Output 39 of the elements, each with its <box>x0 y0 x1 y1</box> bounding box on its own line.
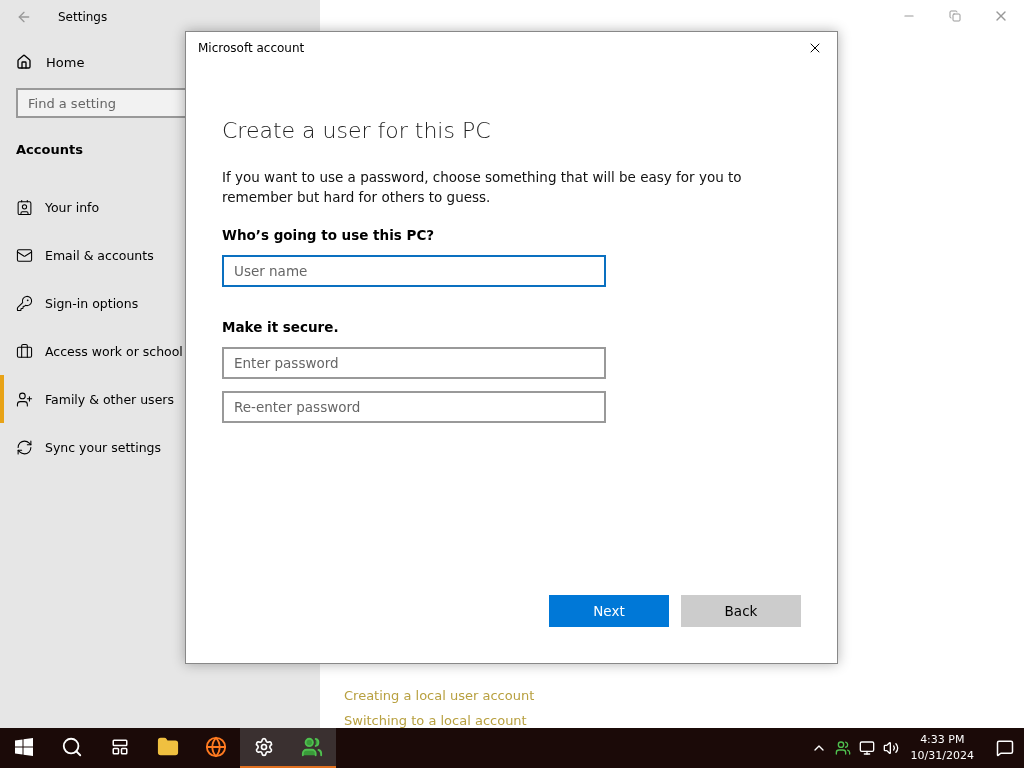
person-add-icon <box>16 390 33 408</box>
section-title: Accounts <box>16 142 84 157</box>
field-label: Who’s going to use this PC? <box>222 227 436 243</box>
input-field[interactable]: User name <box>222 255 606 287</box>
sidebar-label: Access work or school <box>45 343 183 359</box>
input-field[interactable]: Re-enter password <box>222 391 606 423</box>
next-button[interactable]: Next <box>549 595 669 627</box>
notification-icon[interactable] <box>996 739 1014 757</box>
sidebar-label: Sign-in options <box>45 295 139 311</box>
search-icon[interactable] <box>61 736 83 758</box>
gear-icon[interactable] <box>254 737 274 757</box>
sidebar-label: Sync your settings <box>45 439 162 455</box>
input-field[interactable]: Enter password <box>222 347 606 379</box>
window-title: Settings <box>58 10 108 24</box>
dialog-heading: Create a user for this PC <box>222 118 492 143</box>
clock[interactable]: 4:33 PM 10/31/2024 <box>910 732 974 764</box>
windows-logo-icon[interactable] <box>15 738 33 756</box>
field-label: Make it secure. <box>222 319 340 335</box>
home-link[interactable]: Home <box>46 54 85 70</box>
volume-icon[interactable] <box>882 740 899 756</box>
mail-icon <box>16 246 33 264</box>
sidebar-label: Email & accounts <box>45 247 154 263</box>
folder-icon[interactable] <box>157 736 179 758</box>
sidebar-label: Family & other users <box>45 391 174 407</box>
key-icon <box>16 294 33 312</box>
sync-icon <box>16 438 33 456</box>
description: If you want to use a password, choose something that will be easy for you to remember but hard for others to guess. <box>222 168 743 207</box>
home-icon[interactable] <box>16 54 32 70</box>
sidebar-item[interactable]: Sync your settings <box>0 423 320 471</box>
sidebar-label: Your info <box>45 199 100 215</box>
network-icon[interactable] <box>858 740 875 756</box>
back-button[interactable]: Back <box>681 595 801 627</box>
people-icon[interactable] <box>834 740 851 756</box>
globe-icon[interactable] <box>205 736 227 758</box>
task-view-icon[interactable] <box>111 738 129 756</box>
contact-card-icon <box>16 198 33 216</box>
briefcase-icon <box>16 342 33 360</box>
dialog-title: Microsoft account <box>198 41 305 55</box>
people-icon[interactable] <box>301 736 323 758</box>
